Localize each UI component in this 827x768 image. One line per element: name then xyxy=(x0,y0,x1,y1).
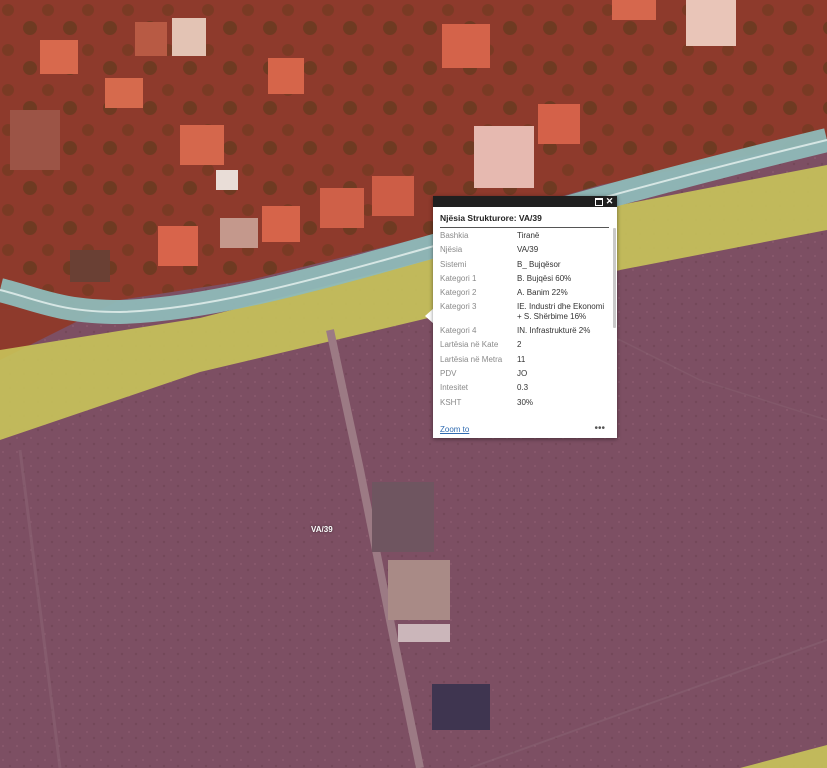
attribute-row: Lartësia në Metra 11 xyxy=(440,355,608,369)
attribute-key: Lartësia në Metra xyxy=(440,354,503,364)
parcel-label: VA/39 xyxy=(311,525,333,534)
attribute-row: PDV JO xyxy=(440,369,608,383)
feature-popup[interactable]: ✕ Njësia Strukturore: VA/39 Bashkia Tiran… xyxy=(433,196,617,438)
popup-footer: Zoom to ••• xyxy=(433,423,617,438)
attribute-row: Kategori 1 B. Bujqësi 60% xyxy=(440,274,608,288)
attribute-value: 30% xyxy=(517,397,534,407)
attribute-key: Intesitet xyxy=(440,383,469,393)
attribute-value: IE. Industri dhe Ekonomi + S. Shërbime 1… xyxy=(517,302,605,321)
attribute-key: Kategori 2 xyxy=(440,288,477,298)
attribute-value: B_ Bujqësor xyxy=(517,259,561,269)
attribute-row: Sistemi B_ Bujqësor xyxy=(440,260,608,274)
popup-title: Njësia Strukturore: VA/39 xyxy=(440,213,609,228)
attribute-row: Bashkia Tiranë xyxy=(440,231,608,245)
attribute-value: A. Banim 22% xyxy=(517,288,568,298)
attribute-value: Tiranë xyxy=(517,231,540,240)
attribute-value: 2 xyxy=(517,340,522,350)
popup-scrollbar[interactable] xyxy=(613,228,616,328)
attribute-row: Njësia VA/39 xyxy=(440,245,608,259)
attribute-row: Kategori 3 IE. Industri dhe Ekonomi + S. … xyxy=(440,302,608,326)
attribute-key: Sistemi xyxy=(440,259,467,269)
maximize-icon[interactable] xyxy=(593,196,604,207)
attribute-row: KSHT 30% xyxy=(440,398,608,412)
attribute-key: KSHT xyxy=(440,397,462,407)
attribute-value: JO xyxy=(517,369,528,379)
attribute-value: IN. Infrastrukturë 2% xyxy=(517,326,591,336)
attribute-key: PDV xyxy=(440,369,457,379)
attribute-key: Kategori 4 xyxy=(440,326,477,336)
close-icon[interactable]: ✕ xyxy=(604,196,615,207)
attribute-row: Kategori 2 A. Banim 22% xyxy=(440,288,608,302)
attribute-value: VA/39 xyxy=(517,245,539,255)
attribute-key: Bashkia xyxy=(440,231,469,240)
attribute-key: Njësia xyxy=(440,245,463,255)
attribute-value: 0.3 xyxy=(517,383,529,393)
attribute-table: Bashkia Tiranë Njësia VA/39 Sistemi B_ Bujqës… xyxy=(440,231,608,412)
attribute-key: Lartësia në Kate xyxy=(440,340,499,350)
attribute-key: Kategori 1 xyxy=(440,273,477,283)
map-canvas[interactable] xyxy=(0,0,827,768)
attribute-value: 11 xyxy=(517,354,526,364)
attribute-row: Kategori 4 IN. Infrastrukturë 2% xyxy=(440,326,608,340)
popup-body[interactable]: Bashkia Tiranë Njësia VA/39 Sistemi B_ Bujqës… xyxy=(433,228,617,416)
popup-titlebar: ✕ xyxy=(433,196,617,207)
more-actions-icon[interactable]: ••• xyxy=(594,423,605,434)
attribute-value: B. Bujqësi 60% xyxy=(517,273,572,283)
zoom-to-link[interactable]: Zoom to xyxy=(440,425,469,434)
attribute-row: Intesitet 0.3 xyxy=(440,383,608,397)
attribute-row: Lartësia në Kate 2 xyxy=(440,340,608,354)
attribute-key: Kategori 3 xyxy=(440,302,477,312)
